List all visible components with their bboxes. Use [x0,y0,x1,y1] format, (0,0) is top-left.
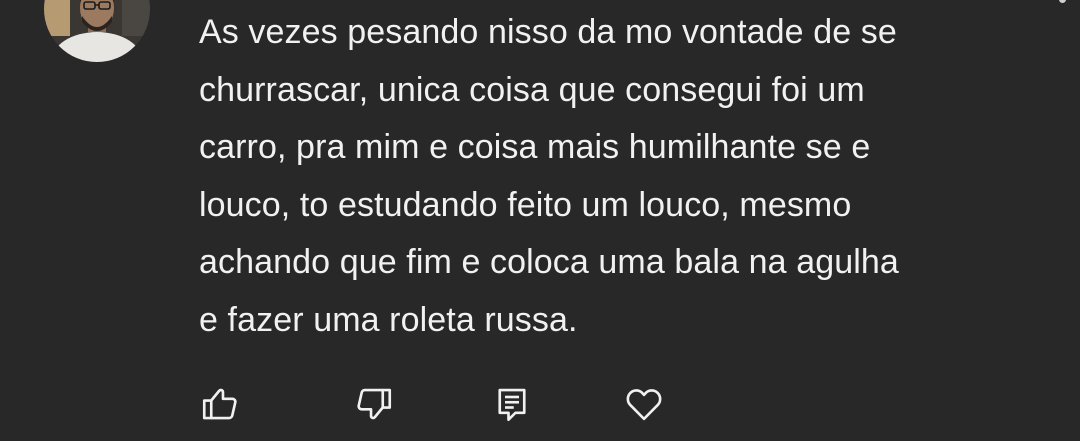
reply-icon [498,388,526,422]
heart-icon [626,389,662,421]
comment-text: As vezes pesando nisso da mo vontade de … [199,13,899,339]
thumbs-down-icon [357,388,392,420]
avatar-image [44,0,150,62]
more-options-icon[interactable] [1059,0,1066,3]
like-button[interactable] [194,378,246,430]
thumbs-up-icon [202,388,237,420]
dislike-button[interactable] [348,378,400,430]
reply-button[interactable] [486,378,538,430]
heart-button[interactable] [618,378,670,430]
avatar[interactable] [44,0,150,62]
comment-item: As vezes pesando nisso da mo vontade de … [0,0,1080,441]
comment-actions [0,378,1080,430]
